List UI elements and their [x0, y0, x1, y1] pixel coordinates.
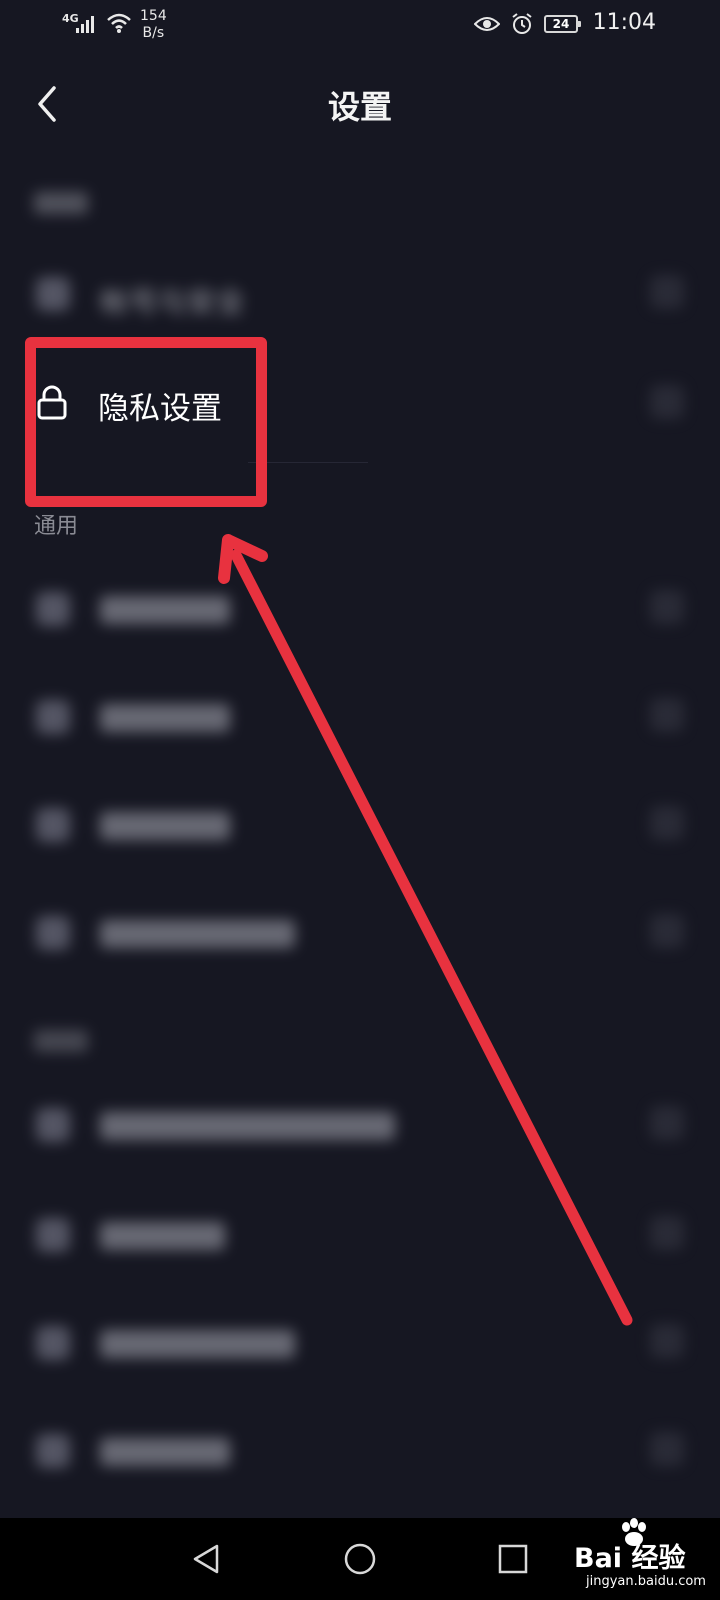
annotation-arrow-icon — [218, 534, 633, 1326]
baidu-watermark: Bai 经验 jingyan.baidu.com — [556, 1518, 720, 1600]
nav-home-icon[interactable] — [343, 1542, 377, 1576]
watermark-url: jingyan.baidu.com — [586, 1574, 706, 1589]
watermark-brand: Bai 经验 — [574, 1543, 686, 1574]
nav-recents-icon[interactable] — [496, 1542, 530, 1576]
nav-back-icon[interactable] — [190, 1542, 224, 1576]
